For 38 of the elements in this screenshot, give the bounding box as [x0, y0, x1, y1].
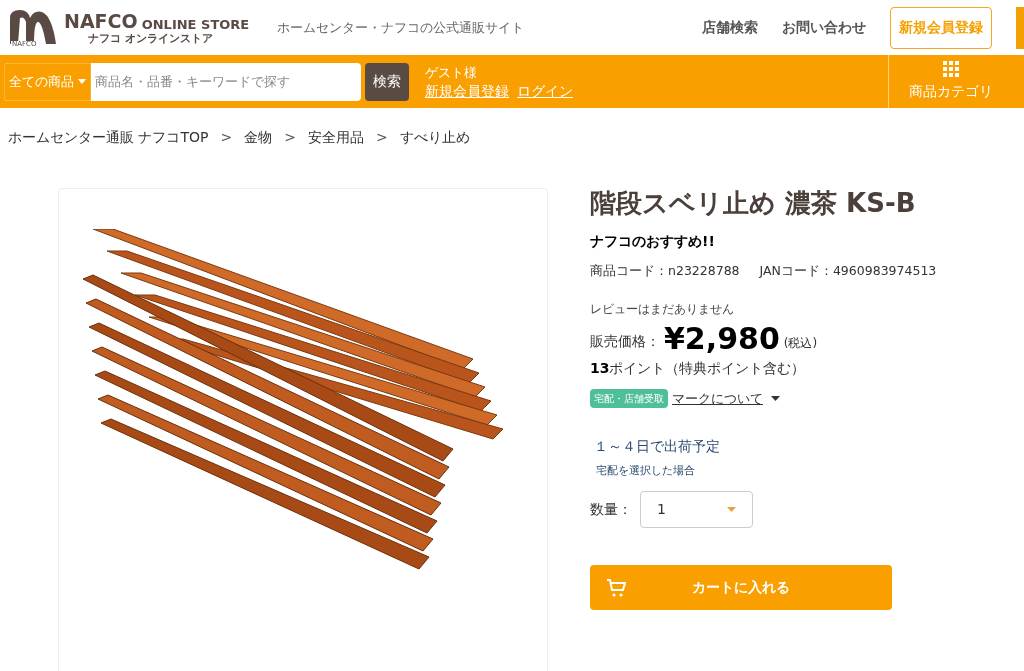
- cut-off-header-button[interactable]: [1016, 6, 1024, 49]
- guest-label: ゲスト様: [425, 63, 478, 82]
- product-code: 商品コード：n23228788: [590, 262, 740, 280]
- price: ¥2,980: [664, 321, 780, 356]
- header-link[interactable]: 店舗検索: [702, 17, 758, 38]
- breadcrumb-separator: >: [220, 127, 233, 147]
- logo-brand: NAFCO: [64, 11, 138, 31]
- logo-arch-icon: [8, 7, 58, 44]
- breadcrumb-link[interactable]: 金物: [244, 126, 273, 148]
- review-status: レビューはまだありません: [590, 300, 735, 318]
- grid-icon: [942, 61, 959, 77]
- caret-icon: [78, 79, 86, 84]
- logo-kana: ナフコ オンラインストア: [87, 32, 214, 44]
- shipping-note: 宅配を選択した場合: [596, 463, 696, 479]
- breadcrumb-link[interactable]: ホームセンター通販 ナフコTOP: [8, 126, 209, 148]
- caret-icon: [727, 507, 736, 512]
- delivery-badge: 宅配・店舗受取: [590, 389, 668, 408]
- breadcrumb-separator: >: [375, 127, 388, 147]
- points-number: 13: [590, 358, 610, 378]
- quantity-label: 数量：: [590, 500, 632, 519]
- logo-brand-sub: ONLINE STORE: [141, 17, 250, 31]
- tax-note: (税込): [783, 334, 818, 352]
- breadcrumb-link[interactable]: 安全用品: [307, 126, 364, 148]
- recommend-label: ナフコのおすすめ!!: [590, 232, 716, 251]
- price-label: 販売価格：: [590, 331, 660, 351]
- product-title: 階段スベリ止め 濃茶 KS-B: [590, 188, 917, 218]
- search-button[interactable]: 検索: [365, 62, 409, 101]
- site-tagline: ホームセンター・ナフコの公式通販サイト: [277, 18, 525, 37]
- points-text: ポイント（特典ポイント含む）: [609, 358, 806, 378]
- cart-icon: [606, 577, 626, 598]
- jan-code: JANコード：4960983974513: [759, 262, 937, 280]
- header-link[interactable]: お問い合わせ: [782, 17, 866, 38]
- caret-icon: [771, 396, 780, 401]
- shipping-estimate: １～４日で出荷予定: [594, 437, 721, 457]
- breadcrumb-link[interactable]: すべり止め: [399, 126, 470, 148]
- breadcrumb-separator: >: [284, 127, 296, 147]
- quantity-dropdown[interactable]: 1: [640, 491, 753, 528]
- mark-info-link[interactable]: マークについて: [672, 388, 763, 409]
